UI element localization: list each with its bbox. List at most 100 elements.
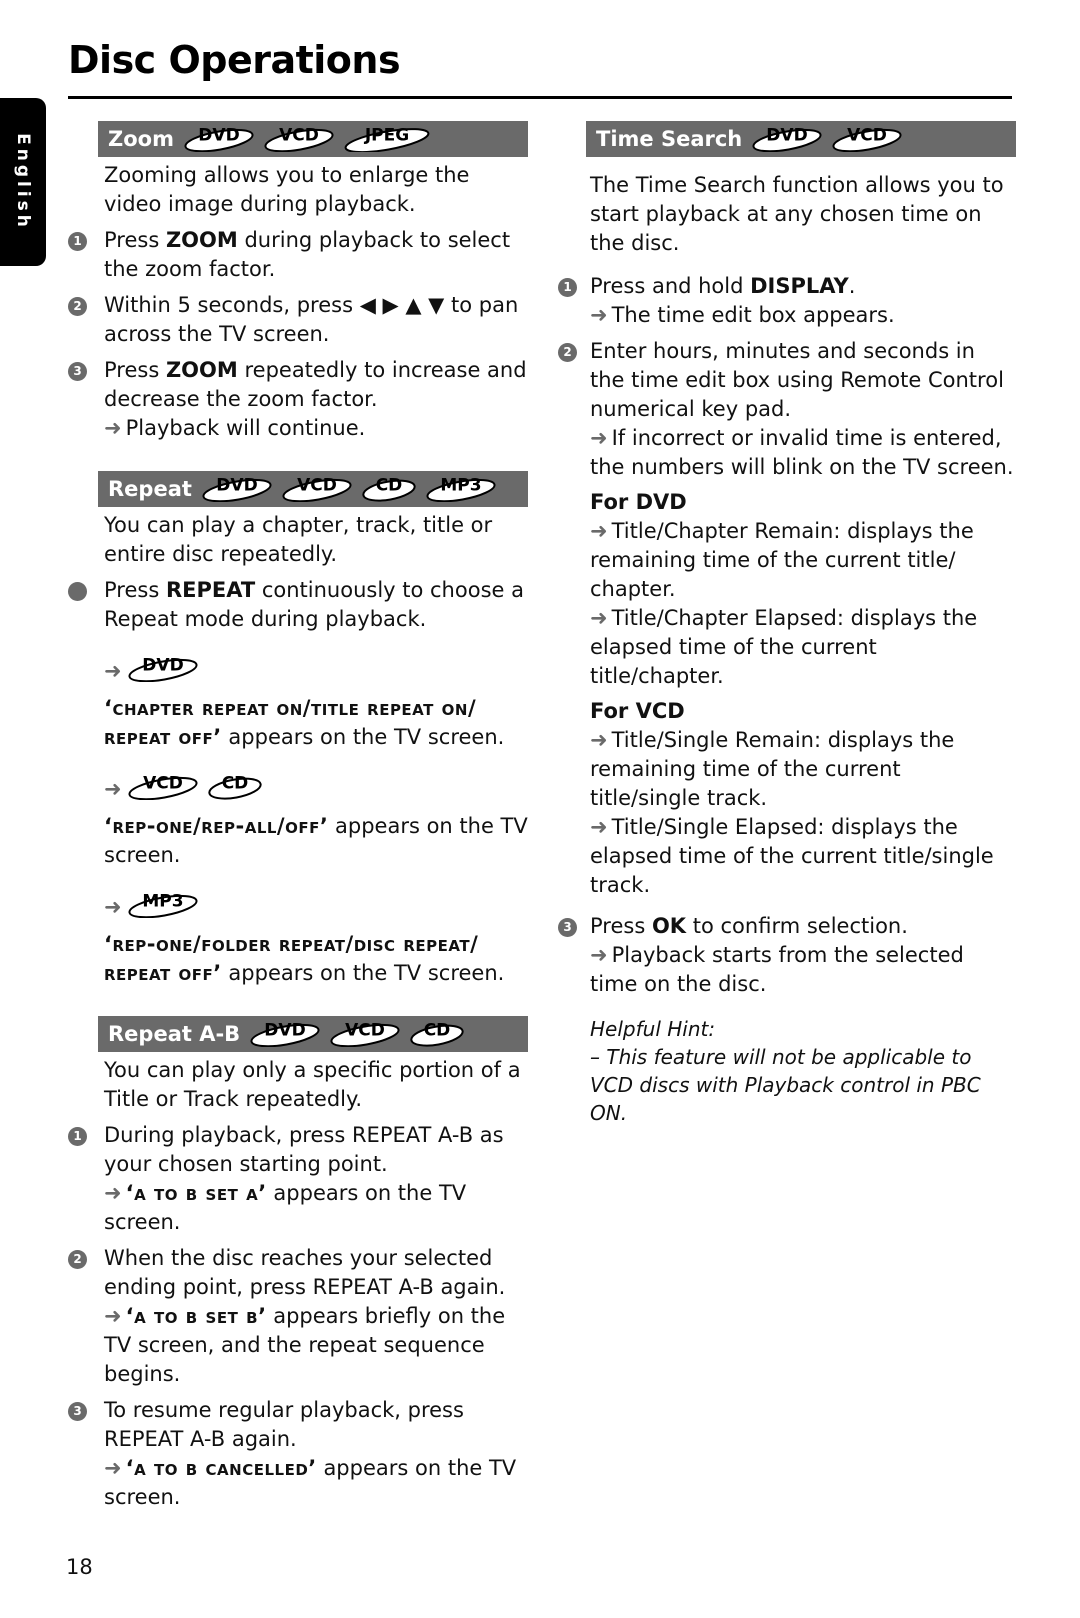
arrow-keys-icon: ◀ ▶ ▲ ▼ bbox=[359, 293, 445, 317]
item-text: Title/Chapter Remain: displays the remai… bbox=[590, 519, 974, 601]
repeat-mode-mp3: ➜ MP3 ‘rep-one/folder repeat/disc repeat/… bbox=[104, 888, 528, 988]
disc-badges: DVD VCD bbox=[750, 122, 910, 156]
repeat-intro: You can play a chapter, track, title or … bbox=[104, 513, 493, 566]
arrow-icon: ➜ bbox=[590, 519, 608, 543]
time-search-step-1: 1 Press and hold DISPLAY. ➜ The time edit… bbox=[558, 272, 1016, 330]
disc-logo-vcd-icon: VCD bbox=[280, 472, 354, 502]
disc-logo-vcd-icon: VCD bbox=[328, 1017, 402, 1047]
arrow-icon: ➜ bbox=[590, 728, 608, 752]
arrow-icon: ➜ bbox=[104, 416, 122, 440]
section-title: Repeat bbox=[108, 477, 192, 501]
disc-logo-label: VCD bbox=[297, 476, 337, 496]
repeat-ab-intro: You can play only a specific portion of … bbox=[104, 1058, 521, 1111]
disc-logo-vcd-icon: VCD bbox=[126, 770, 200, 800]
disc-logo-label: DVD bbox=[264, 1021, 305, 1041]
disc-badges: DVD VCD JPEG bbox=[182, 122, 438, 156]
for-vcd-heading: For VCD bbox=[590, 699, 685, 723]
time-search-intro: The Time Search function allows you to s… bbox=[590, 173, 1004, 255]
arrow-icon: ➜ bbox=[104, 1456, 122, 1480]
step-text: Press bbox=[104, 228, 166, 252]
disc-logo-jpeg-icon: JPEG bbox=[342, 122, 432, 152]
key-name: REPEAT bbox=[165, 578, 256, 602]
step-number-icon: 2 bbox=[68, 297, 87, 316]
page-number: 18 bbox=[66, 1555, 93, 1579]
disc-badges: DVD VCD CD MP3 bbox=[200, 472, 504, 506]
disc-logo-label: DVD bbox=[142, 656, 183, 676]
step-text: During playback, press REPEAT A-B as you… bbox=[104, 1123, 504, 1176]
arrow-icon: ➜ bbox=[590, 303, 608, 327]
time-search-step-3: 3 Press OK to confirm selection. ➜ Playba… bbox=[558, 912, 1016, 999]
disc-badges: VCD CD bbox=[126, 770, 270, 808]
arrow-icon: ➜ bbox=[104, 894, 122, 919]
zoom-step-3: 3 Press ZOOM repeatedly to increase and … bbox=[68, 356, 528, 443]
arrow-icon: ➜ bbox=[104, 1181, 122, 1205]
time-search-section-header: Time Search DVD VCD bbox=[586, 121, 1016, 157]
disc-logo-cd-icon: CD bbox=[360, 472, 418, 502]
left-column: Zoom DVD VCD JPEG Zooming allows you to en… bbox=[68, 121, 528, 1512]
disc-logo-label: MP3 bbox=[440, 476, 481, 496]
repeat-section-header: Repeat DVD VCD CD MP3 bbox=[98, 471, 528, 507]
osd-message: ‘a to b set b’ bbox=[125, 1304, 267, 1328]
language-tab-label: English bbox=[13, 133, 33, 231]
disc-badges: DVD VCD CD bbox=[248, 1017, 472, 1051]
disc-logo-dvd-icon: DVD bbox=[200, 472, 274, 502]
step-text: Press bbox=[104, 358, 166, 382]
step-text: . bbox=[848, 274, 856, 298]
step-text: Press bbox=[104, 578, 166, 602]
mode-text: appears on the TV screen. bbox=[221, 961, 505, 985]
repeat-mode-vcd-cd: ➜ VCD CD ‘rep-one/rep-all/off’ appears on … bbox=[104, 770, 528, 870]
step-text: Within 5 seconds, press bbox=[104, 293, 360, 317]
zoom-step-2: 2 Within 5 seconds, press ◀ ▶ ▲ ▼ to pan… bbox=[68, 291, 528, 349]
arrow-icon: ➜ bbox=[104, 776, 122, 801]
disc-logo-label: DVD bbox=[216, 476, 257, 496]
key-name: OK bbox=[651, 914, 687, 938]
repeat-bullet: Press REPEAT continuously to choose a Re… bbox=[68, 576, 528, 634]
step-result: Playback starts from the selected time o… bbox=[590, 943, 964, 996]
osd-message: ‘a to b set a’ bbox=[125, 1181, 267, 1205]
hint-text: – This feature will not be applicable to… bbox=[590, 1045, 981, 1125]
time-search-step-2: 2 Enter hours, minutes and seconds in th… bbox=[558, 337, 1016, 482]
disc-badges: DVD bbox=[126, 652, 206, 690]
step-number-icon: 3 bbox=[558, 918, 577, 937]
page-title: Disc Operations bbox=[68, 38, 401, 82]
step-number-icon: 2 bbox=[68, 1250, 87, 1269]
arrow-icon: ➜ bbox=[590, 426, 608, 450]
for-dvd-heading: For DVD bbox=[590, 490, 687, 514]
for-vcd-item: ➜ Title/Single Remain: displays the remai… bbox=[590, 726, 1016, 813]
disc-logo-label: CD bbox=[221, 774, 248, 794]
section-title: Repeat A-B bbox=[108, 1022, 241, 1046]
disc-logo-label: DVD bbox=[198, 126, 239, 146]
zoom-section-header: Zoom DVD VCD JPEG bbox=[98, 121, 528, 157]
step-text: Enter hours, minutes and seconds in the … bbox=[590, 339, 1004, 421]
disc-logo-label: VCD bbox=[143, 774, 183, 794]
item-text: Title/Single Remain: displays the remain… bbox=[590, 728, 955, 810]
hint-heading: Helpful Hint: bbox=[590, 1017, 716, 1041]
key-name: ZOOM bbox=[165, 228, 238, 252]
disc-logo-mp3-icon: MP3 bbox=[126, 888, 200, 918]
item-text: Title/Chapter Elapsed: displays the elap… bbox=[590, 606, 978, 688]
repeat-ab-step-1: 1 During playback, press REPEAT A-B as y… bbox=[68, 1121, 528, 1237]
disc-logo-vcd-icon: VCD bbox=[830, 122, 904, 152]
language-tab: English bbox=[0, 98, 46, 266]
step-result: Playback will continue. bbox=[125, 416, 366, 440]
disc-logo-label: MP3 bbox=[142, 892, 183, 912]
osd-message: ‘a to b cancelled’ bbox=[125, 1456, 317, 1480]
step-text: to confirm selection. bbox=[686, 914, 908, 938]
disc-logo-label: VCD bbox=[345, 1021, 385, 1041]
arrow-icon: ➜ bbox=[590, 943, 608, 967]
step-text: When the disc reaches your selected endi… bbox=[104, 1246, 506, 1299]
disc-logo-label: JPEG bbox=[364, 126, 409, 146]
repeat-ab-section-header: Repeat A-B DVD VCD CD bbox=[98, 1016, 528, 1052]
step-text: To resume regular playback, press REPEAT… bbox=[104, 1398, 464, 1451]
step-number-icon: 1 bbox=[558, 278, 577, 297]
bullet-icon bbox=[68, 582, 87, 601]
disc-logo-dvd-icon: DVD bbox=[248, 1017, 322, 1047]
mode-text: appears on the TV screen. bbox=[221, 725, 505, 749]
repeat-ab-step-2: 2 When the disc reaches your selected en… bbox=[68, 1244, 528, 1389]
title-rule bbox=[68, 96, 1012, 99]
section-title: Time Search bbox=[596, 127, 743, 151]
disc-logo-vcd-icon: VCD bbox=[262, 122, 336, 152]
arrow-icon: ➜ bbox=[104, 658, 122, 683]
disc-logo-label: VCD bbox=[847, 126, 887, 146]
step-number-icon: 2 bbox=[558, 343, 577, 362]
